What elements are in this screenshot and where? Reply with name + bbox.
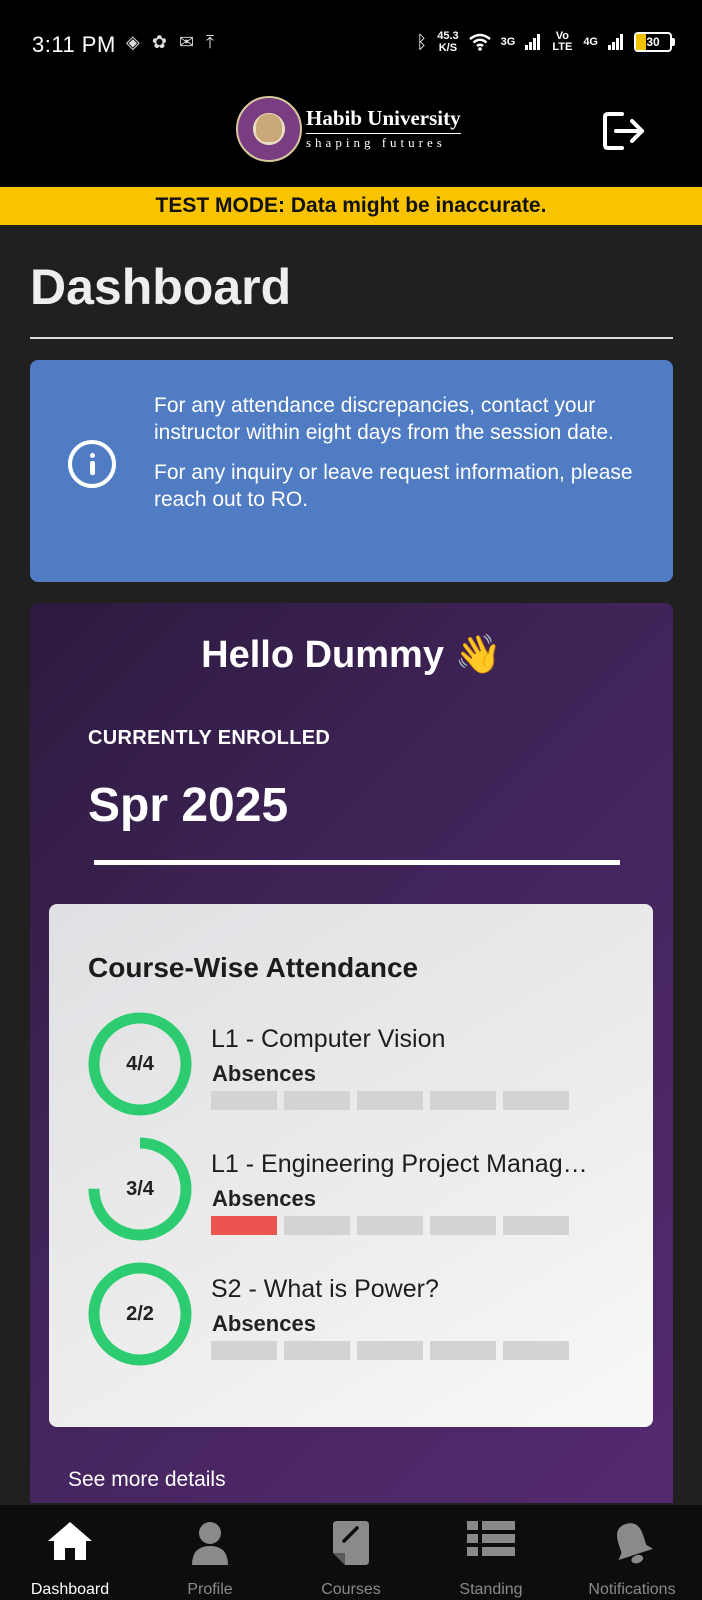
status-indicators: ᛒ 45.3 K/S 3G Vo LTE 4G 30 [416, 30, 675, 54]
absence-segment [211, 1341, 277, 1360]
currently-enrolled-label: CURRENTLY ENROLLED [88, 727, 331, 749]
absence-segment [503, 1091, 569, 1110]
absence-segment [284, 1216, 350, 1235]
tab-standing[interactable]: Standing [421, 1505, 561, 1600]
absence-segment [357, 1341, 423, 1360]
absence-bar [211, 1216, 569, 1235]
signal-4g: 4G [583, 35, 598, 48]
info-text: For any attendance discrepancies, contac… [154, 392, 634, 526]
attendance-title: Course-Wise Attendance [88, 952, 419, 983]
absence-segment [357, 1091, 423, 1110]
course-name: S2 - What is Power? [211, 1275, 439, 1303]
absence-segment [430, 1091, 496, 1110]
wifi-icon [468, 33, 491, 51]
course-name: L1 - Computer Vision [211, 1025, 446, 1053]
bluetooth-icon: ᛒ [416, 31, 428, 52]
attendance-card[interactable]: Course-Wise Attendance 4/4 L1 - Computer … [49, 904, 653, 1427]
speed-value: 45.3 [437, 30, 459, 42]
signal-3g: 3G [500, 35, 516, 48]
tab-dashboard[interactable]: Dashboard [0, 1505, 140, 1600]
home-icon [48, 1522, 92, 1560]
speed-unit: K/S [438, 42, 458, 54]
logout-icon[interactable] [602, 110, 646, 152]
absences-label: Absences [212, 1186, 316, 1211]
absence-segment [503, 1216, 569, 1235]
attendance-ratio: 3/4 [126, 1178, 154, 1200]
volte-indicator: Vo LTE [552, 30, 573, 53]
absences-label: Absences [212, 1311, 316, 1336]
absence-segment [211, 1091, 277, 1110]
tab-label: Standing [459, 1581, 523, 1598]
title-divider [30, 337, 673, 339]
tab-label: Courses [321, 1581, 381, 1598]
enrollment-panel: Hello Dummy 👋 CURRENTLY ENROLLED Spr 202… [30, 603, 673, 1503]
greeting: Hello Dummy 👋 [30, 633, 673, 677]
course-name: L1 - Engineering Project Manag… [211, 1150, 588, 1178]
absence-bar [211, 1341, 569, 1360]
wave-icon: 👋 [454, 634, 502, 676]
absence-segment [430, 1216, 496, 1235]
info-card: For any attendance discrepancies, contac… [30, 360, 673, 582]
tab-label: Profile [187, 1581, 233, 1598]
mail-icon: ✉ [178, 32, 195, 52]
app-header: Habib University shaping futures [0, 88, 702, 187]
university-seal-logo [236, 96, 302, 162]
battery-level: 30 [646, 35, 660, 49]
course-row[interactable]: 2/2 S2 - What is Power? Absences [87, 1261, 647, 1371]
status-bar: 3:11 PM ◈ ✿ ✉ ⤒ ᛒ 45.3 K/S 3G Vo LTE 4G [0, 0, 702, 88]
network-speed: 45.3 K/S [437, 30, 458, 54]
test-mode-banner: TEST MODE: Data might be inaccurate. [0, 187, 702, 225]
attendance-ratio: 4/4 [126, 1053, 154, 1075]
university-tagline: shaping futures [306, 133, 461, 151]
info-inquiry-note: For any inquiry or leave request informa… [154, 461, 633, 511]
upload-icon: ⤒ [206, 32, 214, 52]
notification-icons: ◈ ✿ ✉ ⤒ [126, 32, 214, 53]
university-logo-text: Habib University shaping futures [306, 106, 461, 151]
bell-icon [617, 1523, 653, 1564]
course-row[interactable]: 4/4 L1 - Computer Vision Absences [87, 1011, 647, 1121]
list-icon [467, 1521, 515, 1556]
page-title: Dashboard [30, 259, 292, 315]
greeting-text: Hello Dummy [201, 634, 444, 676]
status-time: 3:11 PM [32, 32, 116, 57]
absence-segment [430, 1341, 496, 1360]
absence-segment [357, 1216, 423, 1235]
absences-label: Absences [212, 1061, 316, 1086]
tab-label: Notifications [588, 1581, 676, 1598]
tab-notifications[interactable]: Notifications [562, 1505, 702, 1600]
battery-icon: 30 [634, 32, 675, 52]
tab-profile[interactable]: Profile [140, 1505, 280, 1600]
term-divider [94, 860, 620, 865]
absence-bar [211, 1091, 569, 1110]
tab-label: Dashboard [30, 1581, 110, 1598]
signal-bars-icon [525, 34, 541, 50]
attendance-ratio: 2/2 [126, 1303, 154, 1325]
see-more-link[interactable]: See more details [68, 1468, 226, 1492]
university-name: Habib University [306, 106, 461, 130]
person-icon [192, 1522, 228, 1565]
binance-icon: ◈ [126, 32, 140, 52]
absence-segment [503, 1341, 569, 1360]
absence-segment-filled [211, 1216, 277, 1235]
absence-segment [284, 1091, 350, 1110]
current-term: Spr 2025 [88, 779, 289, 832]
absence-segment [284, 1341, 350, 1360]
bottom-tab-bar: Dashboard Profile Courses Standing Notif… [0, 1505, 702, 1600]
courses-icon [333, 1521, 369, 1565]
course-row[interactable]: 3/4 L1 - Engineering Project Manag… Absenc… [87, 1136, 647, 1246]
info-attendance-note: For any attendance discrepancies, contac… [154, 394, 614, 444]
info-icon [68, 440, 116, 488]
tab-courses[interactable]: Courses [281, 1505, 421, 1600]
signal-bars-icon-2 [608, 34, 623, 50]
app-icon: ✿ [151, 32, 167, 52]
